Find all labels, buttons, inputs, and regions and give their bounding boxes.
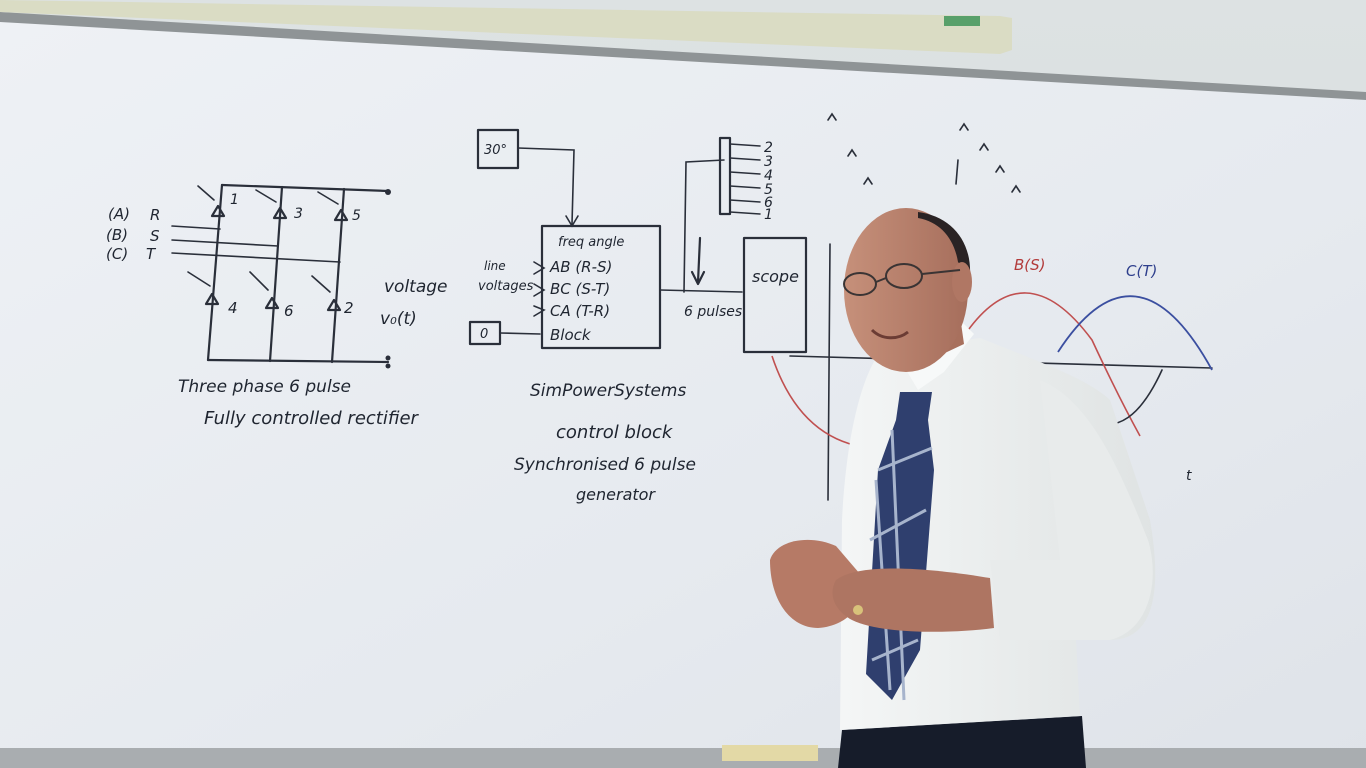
control-caption-line2: control block: [556, 422, 674, 443]
line-label-s: S: [150, 227, 160, 245]
zero-box-label: 0: [480, 327, 488, 342]
block-row-freq: freq angle: [558, 235, 624, 250]
projector-screen-label: [944, 16, 980, 26]
waveform-axis-t: t: [1186, 468, 1192, 484]
block-row-block: Block: [550, 326, 592, 344]
thyristor-label-1: 1: [230, 192, 239, 208]
lecturer-ear: [952, 262, 972, 302]
control-caption-line1: SimPowerSystems: [530, 381, 686, 401]
whiteboard-bottom-tray: [0, 748, 1366, 768]
thyristor-label-5: 5: [352, 208, 361, 224]
control-caption-line3: Synchronised 6 pulse: [514, 455, 696, 475]
phase-label-c: (C): [106, 245, 128, 263]
line-label-r: R: [150, 206, 160, 224]
block-row-ca: CA (T-R): [550, 302, 610, 320]
block-row-ab: AB (R-S): [549, 258, 612, 276]
line-voltages-label-1: line: [484, 259, 506, 273]
rectifier-caption-line1: Three phase 6 pulse: [178, 377, 351, 397]
pulses-output-label: 6 pulses: [684, 304, 742, 320]
thyristor-label-6: 6: [284, 302, 294, 320]
voltage-label: voltage: [384, 277, 448, 297]
waveform-label-c: C(T): [1126, 262, 1157, 280]
block-row-bc: BC (S-T): [550, 280, 610, 298]
eraser: [722, 745, 818, 761]
rectifier-caption-line2: Fully controlled rectifier: [204, 408, 420, 429]
thyristor-label-4: 4: [228, 299, 238, 317]
lecture-scene: (A) (B) (C) R S T 1 3 5 4 6 2 voltage v₀…: [0, 0, 1366, 768]
scope-channel-1: 1: [764, 207, 773, 223]
voltage-symbol: v₀(t): [380, 309, 417, 329]
phase-label-a: (A): [108, 205, 130, 223]
angle-box-label: 30°: [484, 143, 507, 158]
line-voltages-label-2: voltages: [478, 279, 534, 294]
phase-label-b: (B): [106, 226, 128, 244]
scope-label: scope: [752, 267, 799, 286]
control-caption-line4: generator: [576, 485, 656, 504]
thyristor-label-3: 3: [294, 206, 303, 222]
thyristor-label-2: 2: [344, 299, 354, 317]
waveform-label-b: B(S): [1014, 256, 1046, 274]
